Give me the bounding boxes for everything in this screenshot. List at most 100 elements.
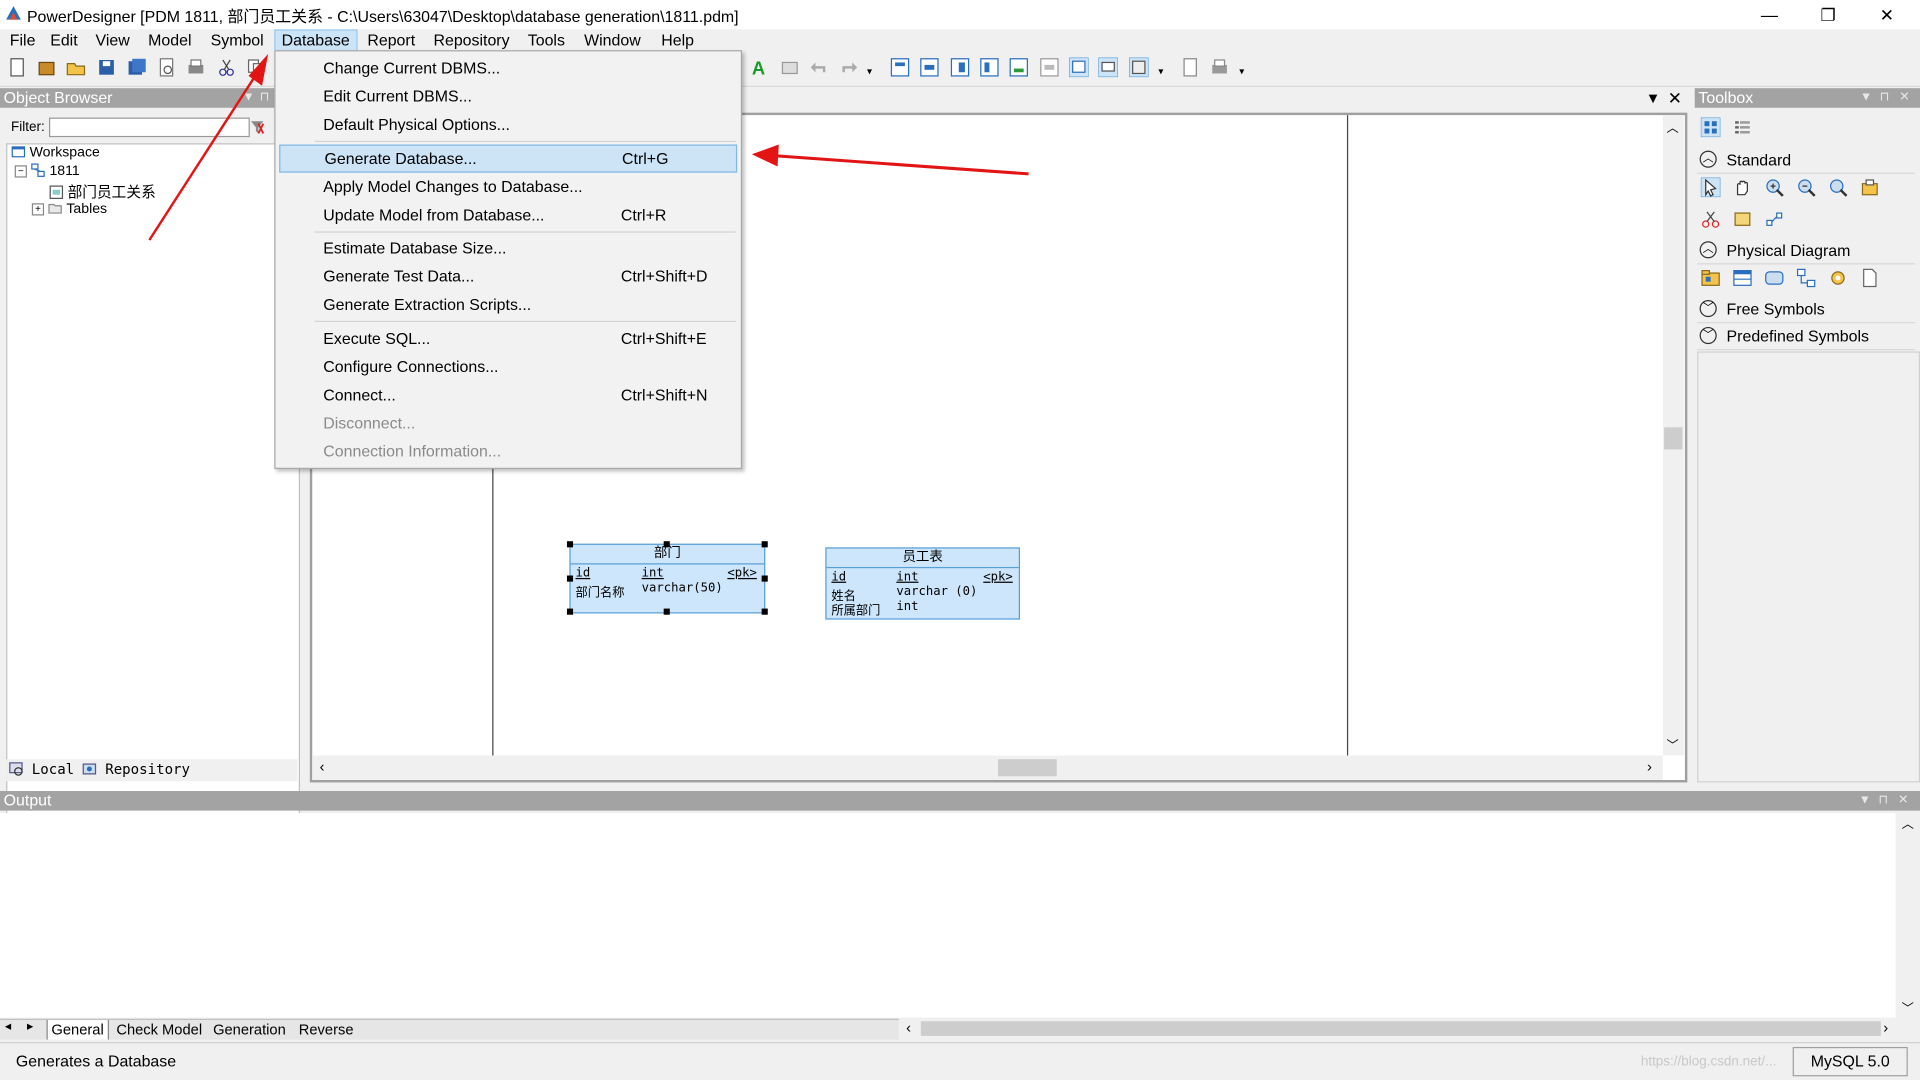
selection-handle[interactable] [663, 608, 670, 615]
tree-tables[interactable]: + Tables [31, 201, 107, 217]
undo-icon[interactable] [809, 58, 829, 78]
grid-view-icon[interactable] [1128, 57, 1149, 78]
diagram-close-icon[interactable]: ✕ [1668, 88, 1682, 109]
menu-database[interactable]: Database [274, 29, 358, 52]
cut-icon[interactable] [217, 58, 237, 78]
panel-dropdown-icon[interactable]: ▼ [242, 88, 254, 108]
zoom-out-icon[interactable] [1796, 178, 1816, 198]
tab-scroll-right-icon[interactable]: ▸ [27, 1020, 33, 1033]
table-icon[interactable] [1733, 268, 1753, 288]
menu-report[interactable]: Report [361, 29, 421, 51]
align-middle-icon[interactable] [1040, 58, 1060, 78]
toolbox-section-predefined-symbols[interactable]: ﹀ Predefined Symbols [1697, 324, 1916, 351]
tab-local[interactable]: Local [9, 760, 74, 778]
horizontal-scrollbar[interactable]: ‹ › [312, 755, 1663, 781]
tree-model-1811[interactable]: − 1811 [14, 163, 80, 179]
clear-filter-icon[interactable] [250, 120, 265, 135]
output-close-icon[interactable]: ✕ [1898, 791, 1908, 811]
horizontal-scroll-thumb[interactable] [997, 759, 1057, 777]
selection-handle[interactable] [566, 575, 574, 582]
align-top-icon[interactable] [980, 58, 1000, 78]
expand-section-icon[interactable]: ﹀ [1699, 300, 1717, 318]
selection-handle[interactable] [761, 608, 768, 615]
tree-diagram[interactable]: 部门员工关系 [49, 181, 156, 202]
text-tool-icon[interactable]: A [749, 58, 769, 78]
menu-item-change-current-dbms[interactable]: Change Current DBMS... [279, 54, 737, 82]
scroll-left-icon[interactable]: ‹ [320, 758, 325, 775]
output-tab-check-model[interactable]: Check Model [113, 1020, 206, 1040]
selection-handle[interactable] [761, 575, 768, 582]
menu-item-generate-database[interactable]: Generate Database... Ctrl+G [279, 144, 738, 173]
output-tab-reverse[interactable]: Reverse [295, 1020, 357, 1040]
save-icon[interactable] [97, 58, 117, 78]
menu-item-generate-test-data[interactable]: Generate Test Data... Ctrl+Shift+D [279, 262, 737, 290]
tab-repository[interactable]: Repository [82, 760, 190, 778]
display-preferences-icon[interactable] [1068, 57, 1089, 78]
selection-handle[interactable] [566, 541, 574, 548]
toolbar-overflow-icon[interactable]: ▾ [867, 66, 887, 86]
output-scroll-left-icon[interactable]: ‹ [906, 1019, 911, 1036]
menu-item-edit-current-dbms[interactable]: Edit Current DBMS... [279, 82, 737, 110]
minimize-button[interactable]: — [1741, 0, 1797, 29]
entity-employee[interactable]: 员工表 id int <pk> 姓名 varchar (0) 所属部门 int [825, 547, 1021, 620]
expand-section-icon[interactable]: ﹀ [1699, 326, 1717, 345]
menu-item-execute-sql[interactable]: Execute SQL... Ctrl+Shift+E [279, 324, 737, 352]
tab-scroll-left-icon[interactable]: ◂ [5, 1020, 11, 1033]
menu-item-default-physical-options[interactable]: Default Physical Options... [279, 110, 737, 138]
zoom-in-icon[interactable] [1765, 178, 1785, 198]
menu-item-estimate-database-size[interactable]: Estimate Database Size... [279, 234, 737, 262]
menu-item-configure-connections[interactable]: Configure Connections... [279, 353, 737, 381]
menu-repository[interactable]: Repository [427, 29, 515, 51]
open-package-diagram-icon[interactable] [1828, 178, 1848, 198]
print-preview-icon[interactable] [157, 58, 177, 78]
diagram-dropdown-icon[interactable]: ▼ [1646, 89, 1661, 106]
output-vertical-scrollbar[interactable]: ︿ ﹀ [1896, 813, 1918, 1018]
filter-input[interactable] [48, 117, 250, 138]
scroll-right-icon[interactable]: › [1647, 758, 1652, 775]
selection-handle[interactable] [663, 541, 670, 548]
pin-icon[interactable]: ⊓ [260, 88, 270, 108]
menu-window[interactable]: Window [578, 29, 647, 51]
restore-button[interactable]: ❐ [1800, 0, 1856, 29]
output-horizontal-scrollbar[interactable]: ‹ › [901, 1018, 1898, 1039]
output-dropdown-icon[interactable]: ▼ [1859, 791, 1871, 811]
output-pin-icon[interactable]: ⊓ [1878, 791, 1888, 811]
vertical-scrollbar[interactable]: ︿ ﹀ [1662, 115, 1684, 756]
list-view-icon[interactable] [1733, 118, 1753, 138]
new-project-icon[interactable] [37, 58, 57, 78]
print-icon[interactable] [186, 58, 206, 78]
symbol-format-icon[interactable] [1098, 57, 1118, 78]
menu-model[interactable]: Model [142, 29, 198, 51]
menu-item-connect[interactable]: Connect... Ctrl+Shift+N [279, 381, 737, 409]
reference-icon[interactable] [1796, 268, 1816, 288]
vertical-scroll-thumb[interactable] [1664, 427, 1683, 450]
link-icon[interactable] [1765, 209, 1785, 229]
file-icon[interactable] [1860, 268, 1880, 288]
menu-item-generate-extraction-scripts[interactable]: Generate Extraction Scripts... [279, 290, 737, 318]
output-scroll-down-icon[interactable]: ﹀ [1902, 998, 1914, 1016]
entity-department[interactable]: 部门 id int <pk> 部门名称 varchar(50) [569, 543, 766, 614]
collapse-section-icon[interactable]: ︿ [1699, 150, 1717, 168]
delete-icon[interactable] [1701, 209, 1721, 229]
toolbox-section-free-symbols[interactable]: ﹀ Free Symbols [1697, 298, 1916, 324]
save-all-icon[interactable] [127, 58, 147, 78]
properties-icon[interactable] [1860, 178, 1880, 198]
toolbar-overflow-icon-2[interactable]: ▾ [1158, 66, 1178, 86]
package-icon[interactable] [1701, 268, 1721, 288]
menu-item-apply-model-changes[interactable]: Apply Model Changes to Database... [279, 173, 737, 201]
selection-handle[interactable] [566, 608, 574, 615]
menu-item-update-model-from-database[interactable]: Update Model from Database... Ctrl+R [279, 201, 737, 229]
toolbox-dropdown-icon[interactable]: ▼ [1860, 88, 1872, 108]
align-left-icon[interactable] [890, 58, 910, 78]
procedure-icon[interactable] [1828, 268, 1848, 288]
open-icon[interactable] [66, 58, 86, 78]
expand-icon[interactable]: + [31, 203, 45, 216]
scroll-down-icon[interactable]: ﹀ [1667, 735, 1679, 753]
scroll-up-icon[interactable]: ︿ [1667, 118, 1679, 135]
tree-workspace[interactable]: Workspace [11, 144, 100, 160]
print-diagram-icon[interactable] [1210, 58, 1230, 78]
note-icon[interactable] [1733, 209, 1753, 229]
align-bottom-icon[interactable] [1009, 58, 1029, 78]
output-scroll-right-icon[interactable]: › [1883, 1019, 1888, 1036]
output-text-area[interactable] [0, 813, 1896, 1018]
